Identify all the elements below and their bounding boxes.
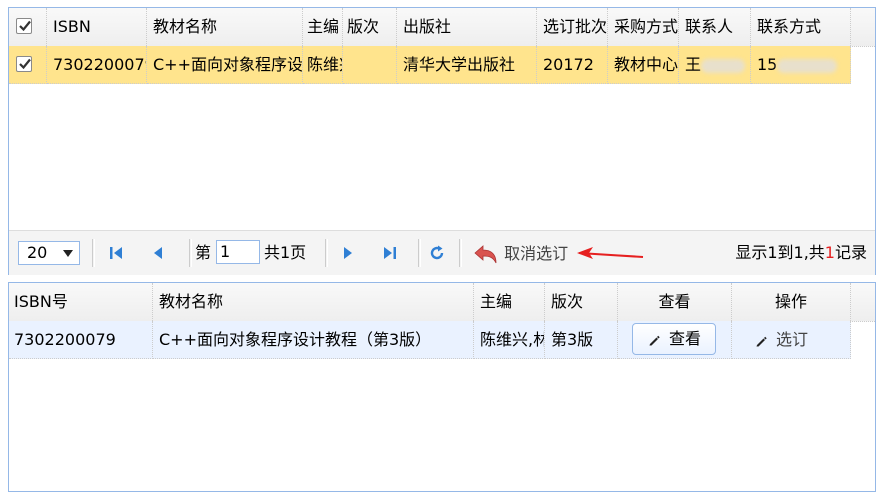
cell-purchase: 教材中心 <box>608 46 679 84</box>
redacted-blur <box>701 58 746 73</box>
selected-books-panel: ISBN 教材名称 主编 版次 出版社 选订批次 采购方式 联系人 联系方式 7… <box>8 7 876 275</box>
cell-edition <box>343 46 397 84</box>
divider <box>325 239 328 267</box>
cell-contact: 王 <box>679 46 751 84</box>
contact-text: 王 <box>685 55 702 74</box>
view-button-label: 查看 <box>668 329 701 348</box>
select-order-label: 选订 <box>776 330 809 349</box>
col-editor[interactable]: 主编 <box>474 283 545 321</box>
redacted-blur <box>777 58 838 73</box>
col-phone[interactable]: 联系方式 <box>751 8 851 46</box>
record-summary-suffix: 记录 <box>834 243 867 262</box>
col-book-name[interactable]: 教材名称 <box>153 283 474 321</box>
col-publisher[interactable]: 出版社 <box>397 8 537 46</box>
page-size-select[interactable]: 20 <box>18 241 80 265</box>
cell-view: 查看 <box>618 321 732 359</box>
phone-text: 15 <box>757 55 778 74</box>
select-all-cell[interactable] <box>9 8 47 46</box>
available-books-panel: ISBN号 教材名称 主编 版次 查看 操作 7302200079 C++面向对… <box>8 282 876 492</box>
col-book-name[interactable]: 教材名称 <box>147 8 303 46</box>
check-icon <box>19 20 31 32</box>
cell-isbn: 7302200079 <box>47 46 147 84</box>
col-isbn-no[interactable]: ISBN号 <box>9 283 153 321</box>
page-total: 共1页 <box>264 243 307 262</box>
pencil-icon <box>649 335 660 345</box>
bottom-grid-header: ISBN号 教材名称 主编 版次 查看 操作 <box>9 283 875 322</box>
col-contact[interactable]: 联系人 <box>679 8 751 46</box>
pagination-bar: 20 第 1 共1页 取消选订 显示1到1,共1记录 <box>9 230 875 275</box>
arrow-annotation-icon <box>577 247 644 259</box>
cell-phone: 15 <box>751 46 851 84</box>
select-order-button[interactable]: 选订 <box>754 321 809 358</box>
divider <box>92 239 95 267</box>
cell-editor: 陈维兴,林小茶 <box>303 46 343 84</box>
divider <box>418 239 421 267</box>
cell-edition: 第3版 <box>545 321 618 359</box>
divider <box>459 239 462 267</box>
record-summary: 显示1到1,共1记录 <box>735 231 867 275</box>
check-icon <box>19 58 31 70</box>
col-batch[interactable]: 选订批次 <box>537 8 608 46</box>
cell-book-name: C++面向对象程序设计教程（第3版） <box>153 321 474 359</box>
col-view[interactable]: 查看 <box>618 283 732 321</box>
last-page-icon[interactable] <box>381 244 399 262</box>
cell-isbn: 7302200079 <box>9 321 153 359</box>
undo-icon <box>474 244 497 263</box>
first-page-icon[interactable] <box>107 244 125 262</box>
table-row[interactable]: 7302200079 C++面向对象程序设计教程（第3版） 陈维兴,林小茶 第3… <box>9 321 851 359</box>
col-edition[interactable]: 版次 <box>343 8 397 46</box>
page-prefix: 第 <box>195 243 212 262</box>
cell-book-name: C++面向对象程序设计教程（第3版） <box>147 46 303 84</box>
col-isbn[interactable]: ISBN <box>47 8 147 46</box>
cancel-selection-label: 取消选订 <box>504 244 569 263</box>
page-size-value: 20 <box>27 243 48 262</box>
prev-page-icon[interactable] <box>149 244 167 262</box>
top-grid-header: ISBN 教材名称 主编 版次 出版社 选订批次 采购方式 联系人 联系方式 <box>9 8 875 47</box>
col-editor[interactable]: 主编 <box>303 8 343 46</box>
divider <box>189 239 192 267</box>
next-page-icon[interactable] <box>339 244 357 262</box>
page-number-input[interactable]: 1 <box>216 240 260 264</box>
pencil-icon <box>756 336 767 346</box>
select-all-checkbox[interactable] <box>16 18 32 34</box>
cell-publisher: 清华大学出版社 <box>397 46 537 84</box>
col-purchase[interactable]: 采购方式 <box>608 8 679 46</box>
cell-editor: 陈维兴,林小茶 <box>474 321 545 359</box>
col-action[interactable]: 操作 <box>732 283 851 321</box>
view-button[interactable]: 查看 <box>632 323 716 355</box>
record-count: 1 <box>824 243 835 262</box>
chevron-down-icon <box>63 250 73 257</box>
cancel-selection-button[interactable]: 取消选订 <box>473 239 568 269</box>
cell-action: 选订 <box>732 321 851 359</box>
record-summary-prefix: 显示1到1,共 <box>735 243 825 262</box>
row-checkbox[interactable] <box>16 56 32 72</box>
refresh-icon[interactable] <box>428 244 446 262</box>
cell-batch: 20172 <box>537 46 608 84</box>
table-row[interactable]: 7302200079 C++面向对象程序设计教程（第3版） 陈维兴,林小茶 清华… <box>9 46 851 84</box>
row-select-cell[interactable] <box>9 46 47 84</box>
col-edition[interactable]: 版次 <box>545 283 618 321</box>
